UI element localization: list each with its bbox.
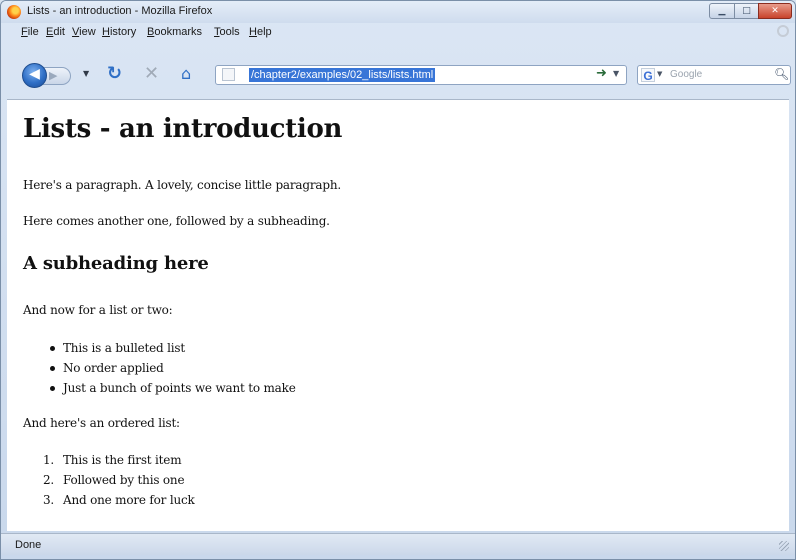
list-intro: And now for a list or two: bbox=[23, 303, 173, 317]
close-icon: ✕ bbox=[771, 6, 779, 16]
url-dropdown-icon[interactable]: ▼ bbox=[613, 69, 619, 78]
history-dropdown-icon[interactable]: ▼ bbox=[83, 69, 89, 78]
address-bar[interactable]: /chapter2/examples/02_lists/lists.html bbox=[215, 65, 627, 85]
site-identity-icon[interactable] bbox=[222, 68, 235, 81]
search-placeholder[interactable]: Google bbox=[670, 69, 702, 80]
maximize-icon: □ bbox=[742, 6, 751, 16]
menu-file[interactable]: File bbox=[21, 26, 39, 38]
search-bar[interactable]: G ▼ Google 🔍︎ bbox=[637, 65, 791, 85]
ordered-intro: And here's an ordered list: bbox=[23, 416, 180, 430]
list-item: 2. Followed by this one bbox=[43, 470, 195, 490]
go-arrow-icon[interactable]: ➜ bbox=[596, 66, 607, 81]
back-arrow-icon: ◀ bbox=[29, 66, 40, 82]
search-magnifier-icon[interactable]: 🔍︎ bbox=[774, 67, 789, 81]
list-item-text: Followed by this one bbox=[63, 473, 185, 487]
home-icon[interactable]: ⌂ bbox=[181, 64, 191, 83]
page-subheading: A subheading here bbox=[23, 253, 209, 274]
status-text: Done bbox=[15, 539, 42, 551]
status-bar: Done bbox=[1, 533, 795, 555]
browser-window: Lists - an introduction - Mozilla Firefo… bbox=[0, 0, 796, 560]
back-button[interactable]: ◀ bbox=[22, 63, 47, 88]
minimize-button[interactable]: ▁ bbox=[709, 3, 735, 19]
activity-throbber-icon bbox=[777, 25, 789, 37]
paragraph-2: Here comes another one, followed by a su… bbox=[23, 214, 330, 228]
reload-icon[interactable]: ↻ bbox=[107, 63, 122, 84]
list-item: 3. And one more for luck bbox=[43, 490, 195, 510]
list-number: 2. bbox=[43, 473, 55, 487]
menu-view[interactable]: View bbox=[72, 26, 96, 38]
list-number: 3. bbox=[43, 493, 55, 507]
forward-arrow-icon: ▶ bbox=[49, 69, 58, 82]
menu-bookmarks[interactable]: Bookmarks bbox=[147, 26, 202, 38]
minimize-icon: ▁ bbox=[718, 6, 726, 16]
list-item: No order applied bbox=[50, 358, 296, 378]
firefox-logo-icon bbox=[7, 5, 21, 19]
menu-tools[interactable]: Tools bbox=[214, 26, 240, 38]
window-title: Lists - an introduction - Mozilla Firefo… bbox=[27, 5, 213, 17]
menu-help[interactable]: Help bbox=[249, 26, 272, 38]
page-content: Lists - an introduction Here's a paragra… bbox=[7, 99, 789, 531]
forward-button[interactable]: ▶ bbox=[43, 67, 71, 85]
resize-grip-icon[interactable] bbox=[779, 541, 789, 551]
menu-bar: File Edit View History Bookmarks Tools H… bbox=[1, 23, 795, 41]
url-text[interactable]: /chapter2/examples/02_lists/lists.html bbox=[249, 68, 436, 82]
list-item: This is a bulleted list bbox=[50, 338, 296, 358]
list-item: 1. This is the first item bbox=[43, 450, 195, 470]
search-engine-icon[interactable]: G bbox=[641, 68, 655, 83]
menu-edit[interactable]: Edit bbox=[46, 26, 65, 38]
bulleted-list: This is a bulleted list No order applied… bbox=[50, 338, 296, 398]
maximize-button[interactable]: □ bbox=[734, 3, 759, 19]
close-button[interactable]: ✕ bbox=[758, 3, 792, 19]
title-bar: Lists - an introduction - Mozilla Firefo… bbox=[1, 1, 795, 23]
list-item: Just a bunch of points we want to make bbox=[50, 378, 296, 398]
stop-icon[interactable]: ✕ bbox=[144, 63, 159, 84]
list-item-text: This is the first item bbox=[63, 453, 182, 467]
paragraph-1: Here's a paragraph. A lovely, concise li… bbox=[23, 178, 341, 192]
ordered-list: 1. This is the first item 2. Followed by t… bbox=[43, 450, 195, 510]
menu-history[interactable]: History bbox=[102, 26, 136, 38]
search-engine-dropdown-icon[interactable]: ▼ bbox=[657, 70, 662, 78]
list-number: 1. bbox=[43, 453, 55, 467]
list-item-text: And one more for luck bbox=[63, 493, 195, 507]
page-heading: Lists - an introduction bbox=[23, 114, 343, 144]
